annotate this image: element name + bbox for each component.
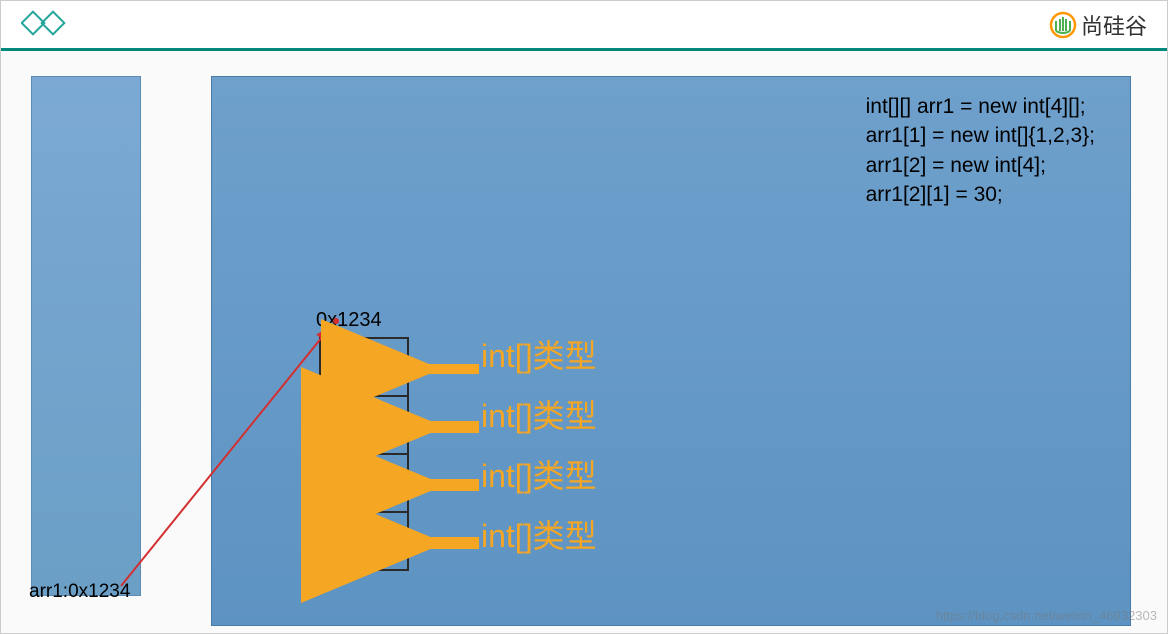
array-cell: null xyxy=(319,453,409,513)
header-bar: 尚硅谷 xyxy=(1,1,1167,51)
code-line: arr1[2] = new int[4]; xyxy=(866,151,1095,180)
stack-var-label: arr1:0x1234 xyxy=(29,581,130,603)
code-snippet: int[][] arr1 = new int[4][]; arr1[1] = n… xyxy=(866,92,1095,210)
array-cells-container: null null null null xyxy=(319,339,409,571)
array-cell: null xyxy=(319,395,409,455)
type-label: int[]类型 xyxy=(481,506,597,566)
array-cell: null xyxy=(319,511,409,571)
heap-address-label: 0x1234 xyxy=(316,309,382,332)
code-line: arr1[2][1] = 30; xyxy=(866,180,1095,209)
diagram-area: arr1:0x1234 int[][] arr1 = new int[4][];… xyxy=(1,51,1167,631)
stack-memory-box xyxy=(31,76,141,596)
brand-logo: 尚硅谷 xyxy=(1049,9,1147,41)
watermark-text: https://blog.csdn.net/weixin_46932303 xyxy=(936,608,1157,623)
type-label: int[]类型 xyxy=(481,446,597,506)
type-label: int[]类型 xyxy=(481,326,597,386)
logo-left-icon xyxy=(21,7,71,43)
type-labels-container: int[]类型 int[]类型 int[]类型 int[]类型 xyxy=(481,326,597,566)
code-line: arr1[1] = new int[]{1,2,3}; xyxy=(866,121,1095,150)
array-cell: null xyxy=(319,337,409,397)
brand-text: 尚硅谷 xyxy=(1081,9,1147,41)
type-label: int[]类型 xyxy=(481,386,597,446)
code-line: int[][] arr1 = new int[4][]; xyxy=(866,92,1095,121)
